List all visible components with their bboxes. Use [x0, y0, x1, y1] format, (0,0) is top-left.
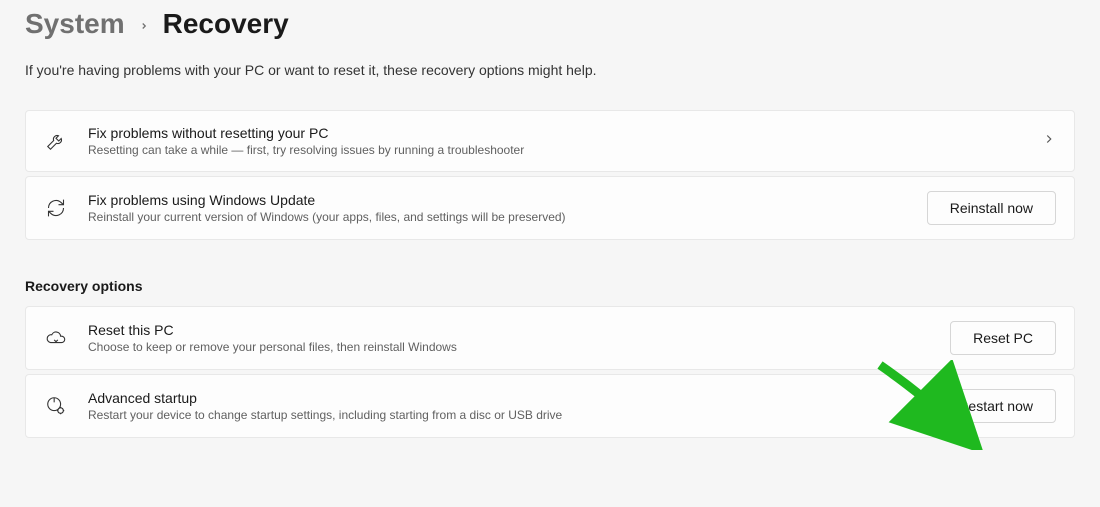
fix-without-reset-card[interactable]: Fix problems without resetting your PC R…	[25, 110, 1075, 172]
reinstall-now-button[interactable]: Reinstall now	[927, 191, 1056, 225]
power-gear-icon	[44, 394, 68, 418]
reset-pc-button[interactable]: Reset PC	[950, 321, 1056, 355]
advanced-startup-subtitle: Restart your device to change startup se…	[88, 408, 915, 422]
breadcrumb-parent[interactable]: System	[25, 8, 125, 40]
advanced-startup-card: Advanced startup Restart your device to …	[25, 374, 1075, 438]
reset-pc-card: Reset this PC Choose to keep or remove y…	[25, 306, 1075, 370]
fix-with-update-card: Fix problems using Windows Update Reinst…	[25, 176, 1075, 240]
recovery-options-header: Recovery options	[25, 278, 1075, 294]
wrench-icon	[44, 129, 68, 153]
chevron-right-icon	[1042, 132, 1056, 151]
chevron-right-icon	[139, 15, 149, 36]
fix-with-update-title: Fix problems using Windows Update	[88, 192, 907, 208]
fix-with-update-subtitle: Reinstall your current version of Window…	[88, 210, 907, 224]
page-description: If you're having problems with your PC o…	[25, 62, 1075, 78]
breadcrumb: System Recovery	[25, 8, 1075, 40]
page-title: Recovery	[163, 8, 289, 40]
fix-without-reset-title: Fix problems without resetting your PC	[88, 125, 1022, 141]
advanced-startup-title: Advanced startup	[88, 390, 915, 406]
fix-without-reset-subtitle: Resetting can take a while — first, try …	[88, 143, 1022, 157]
sync-icon	[44, 196, 68, 220]
reset-pc-subtitle: Choose to keep or remove your personal f…	[88, 340, 930, 354]
reset-pc-title: Reset this PC	[88, 322, 930, 338]
restart-now-button[interactable]: Restart now	[935, 389, 1056, 423]
cloud-reset-icon	[44, 326, 68, 350]
